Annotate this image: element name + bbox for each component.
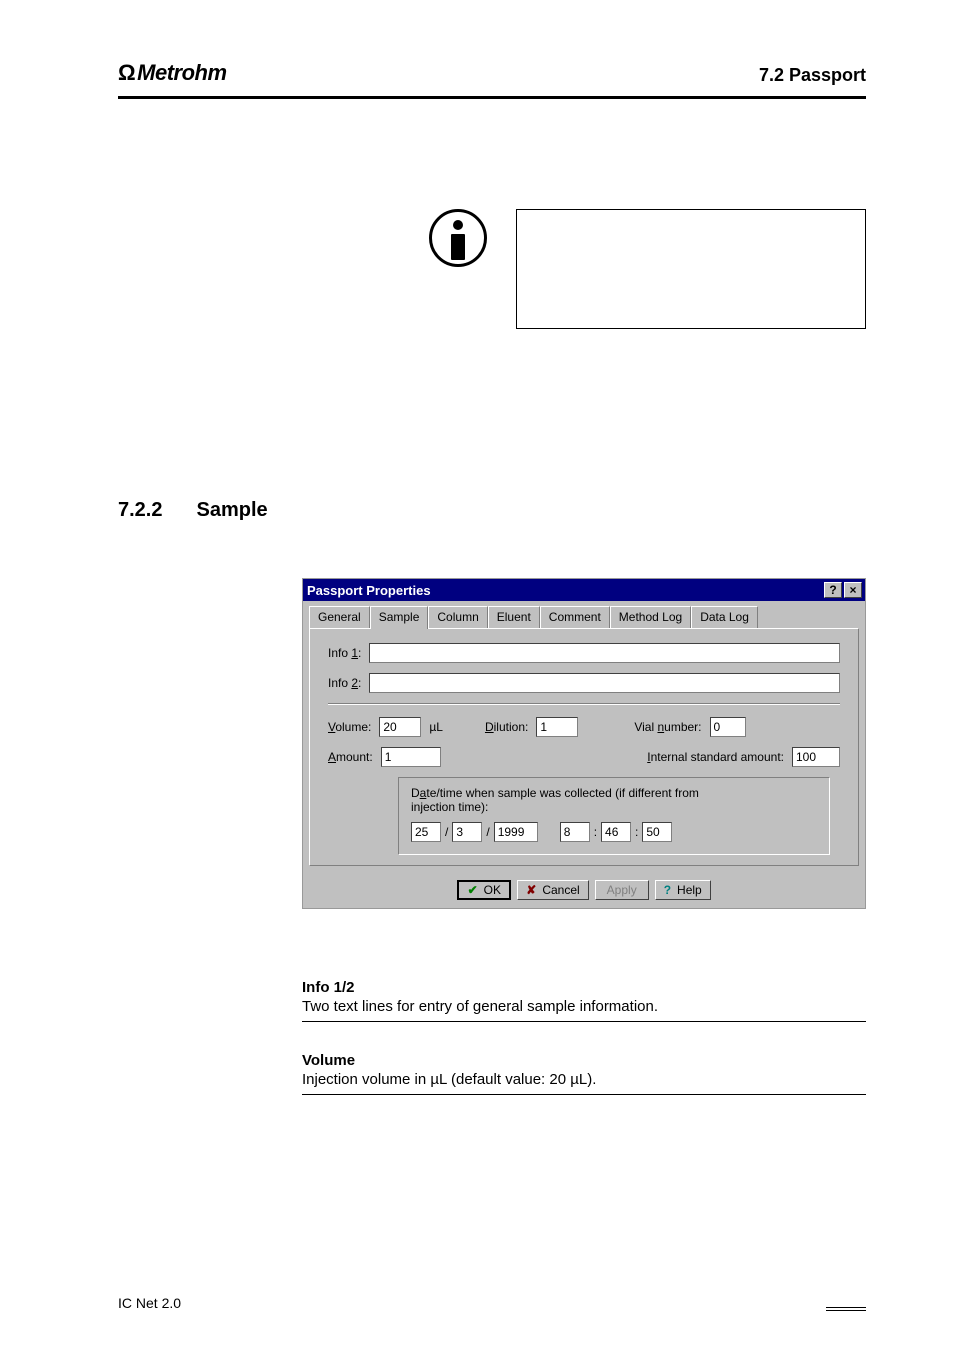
info-icon	[429, 209, 487, 267]
footer-left: IC Net 2.0	[118, 1295, 181, 1311]
tab-data-log[interactable]: Data Log	[691, 606, 758, 628]
info1-input[interactable]	[369, 643, 840, 663]
tab-comment[interactable]: Comment	[540, 606, 610, 628]
date-month-input[interactable]	[452, 822, 482, 842]
brand-logo: ΩMetrohm	[118, 60, 227, 86]
amount-input[interactable]	[381, 747, 441, 767]
header-rule	[118, 96, 866, 99]
volume-unit: µL	[429, 720, 443, 734]
tab-sample[interactable]: Sample	[370, 606, 429, 629]
tab-general[interactable]: General	[309, 606, 370, 628]
time-min-input[interactable]	[601, 822, 631, 842]
date-day-input[interactable]	[411, 822, 441, 842]
tab-method-log[interactable]: Method Log	[610, 606, 691, 628]
brand-name: Metrohm	[137, 60, 226, 86]
footer-page-marks	[826, 1307, 866, 1311]
time-sep-2: :	[635, 825, 638, 839]
info1-label: Info 1:	[328, 646, 361, 660]
section-right: 7.2 Passport	[759, 65, 866, 86]
descr-info-label: Info 1/2	[302, 979, 866, 996]
date-year-input[interactable]	[494, 822, 538, 842]
ok-button[interactable]: ✔OK	[457, 880, 511, 900]
section-number: 7.2.2	[118, 499, 162, 522]
help-button[interactable]: ?Help	[655, 880, 711, 900]
descr-rule-1	[302, 1021, 866, 1022]
tab-column[interactable]: Column	[428, 606, 487, 628]
time-sec-input[interactable]	[642, 822, 672, 842]
volume-label: Volume:	[328, 720, 371, 734]
dilution-input[interactable]	[536, 717, 578, 737]
passport-properties-dialog: Passport Properties ? × General Sample C…	[302, 578, 866, 909]
info2-input[interactable]	[369, 673, 840, 693]
dialog-separator-1	[328, 703, 840, 705]
amount-label: Amount:	[328, 750, 373, 764]
date-time-caption: Date/time when sample was collected (if …	[411, 786, 731, 814]
date-sep-2: /	[486, 825, 489, 839]
info-callout-box	[516, 209, 866, 329]
istd-input[interactable]	[792, 747, 840, 767]
x-icon: ✘	[526, 883, 536, 897]
date-sep-1: /	[445, 825, 448, 839]
descr-rule-2	[302, 1094, 866, 1095]
time-sep-1: :	[594, 825, 597, 839]
info2-label: Info 2:	[328, 676, 361, 690]
apply-button[interactable]: Apply	[595, 880, 649, 900]
titlebar-help-button[interactable]: ?	[824, 582, 842, 598]
cancel-button[interactable]: ✘Cancel	[517, 880, 588, 900]
vial-label: Vial number:	[634, 720, 701, 734]
descr-info-text: Two text lines for entry of general samp…	[302, 998, 866, 1015]
section-title: Sample	[196, 499, 267, 522]
volume-input[interactable]	[379, 717, 421, 737]
brand-omega-icon: Ω	[118, 60, 135, 86]
time-hour-input[interactable]	[560, 822, 590, 842]
vial-number-input[interactable]	[710, 717, 746, 737]
descr-vol-text: Injection volume in µL (default value: 2…	[302, 1071, 866, 1088]
question-icon: ?	[664, 883, 671, 897]
titlebar-close-button[interactable]: ×	[844, 582, 862, 598]
tab-eluent[interactable]: Eluent	[488, 606, 540, 628]
descr-vol-label: Volume	[302, 1052, 866, 1069]
dialog-title: Passport Properties	[307, 583, 822, 598]
check-icon: ✔	[468, 883, 478, 897]
dilution-label: Dilution:	[485, 720, 528, 734]
date-time-group: Date/time when sample was collected (if …	[398, 777, 830, 855]
istd-label: Internal standard amount:	[647, 750, 784, 764]
